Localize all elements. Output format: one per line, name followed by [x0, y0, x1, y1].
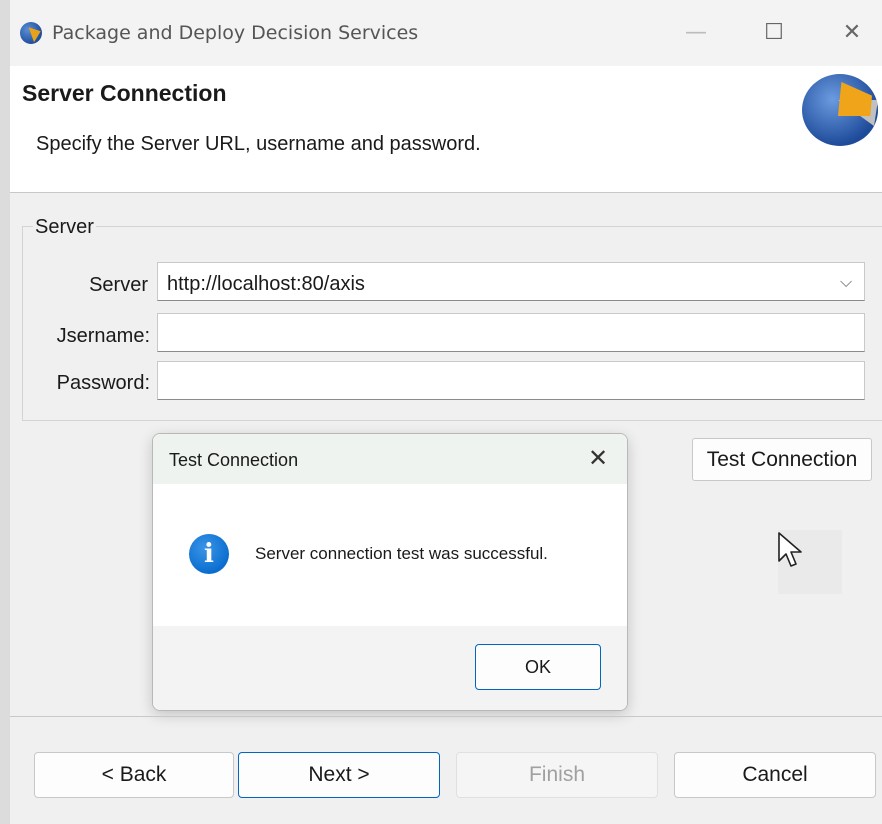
- close-button[interactable]: ✕: [832, 16, 872, 50]
- cancel-button[interactable]: Cancel: [674, 752, 876, 798]
- server-label: Server: [89, 274, 148, 296]
- banner-logo-icon: [802, 74, 878, 146]
- group-label: Server: [33, 216, 96, 239]
- ok-button[interactable]: OK: [475, 644, 601, 690]
- window-title: Package and Deploy Decision Services: [52, 22, 419, 44]
- chevron-down-icon[interactable]: ⌵: [840, 272, 852, 292]
- back-button[interactable]: < Back: [34, 752, 234, 798]
- password-label: Password:: [56, 372, 150, 394]
- server-select-value: http://localhost:80/axis: [167, 273, 365, 295]
- page-title: Server Connection: [22, 80, 227, 106]
- dialog-message: Server connection test was successful.: [255, 544, 548, 563]
- dialog-title: Test Connection: [169, 450, 299, 470]
- mouse-pointer-icon: [778, 532, 802, 567]
- dialog-close-button[interactable]: ✕: [583, 444, 613, 472]
- test-connection-dialog: Test Connection ✕ i Server connection te…: [152, 433, 628, 711]
- maximize-button[interactable]: ☐: [754, 16, 794, 50]
- username-field[interactable]: [157, 313, 865, 352]
- page-description: Specify the Server URL, username and pas…: [36, 133, 481, 155]
- password-field[interactable]: [157, 361, 865, 400]
- next-button[interactable]: Next >: [238, 752, 440, 798]
- username-label: Jsername:: [56, 325, 150, 347]
- test-connection-button[interactable]: Test Connection: [692, 438, 872, 481]
- footer-divider: [10, 716, 882, 717]
- app-logo-icon: [20, 22, 42, 44]
- minimize-button[interactable]: —: [676, 16, 716, 50]
- info-icon: i: [189, 534, 229, 574]
- background-window-edge: [0, 0, 10, 824]
- finish-button[interactable]: Finish: [456, 752, 658, 798]
